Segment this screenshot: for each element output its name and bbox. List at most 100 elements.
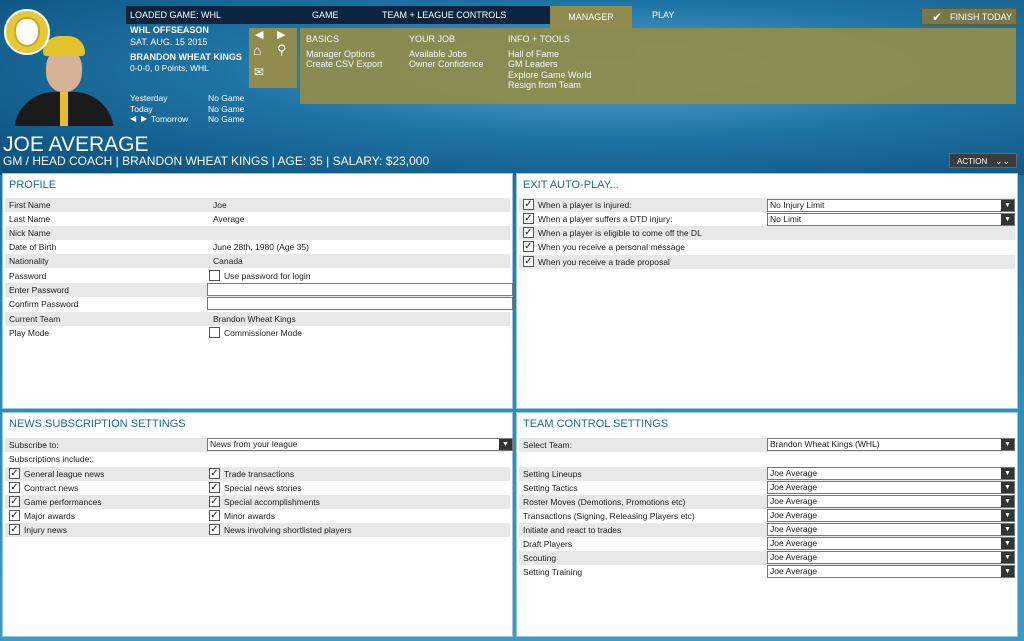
news-checkbox[interactable]: ✓ [209,510,220,522]
news-checkbox[interactable]: ✓ [209,468,220,480]
menu-item-available-jobs[interactable]: Available Jobs [409,49,484,60]
enter-password-input[interactable] [207,283,513,296]
finish-today-label: FINISH TODAY [950,12,1013,22]
profile-panel: PROFILE First Name Joe Last Name Average… [2,173,513,409]
team-control-title: TEAM CONTROL SETTINGS [523,418,669,430]
control-select[interactable]: Joe Average ▼ [767,509,1015,522]
last-name-value[interactable]: Average [213,212,245,226]
chevron-down-icon: ▼ [1001,496,1014,507]
control-value: Joe Average [770,538,818,548]
control-select[interactable]: Joe Average ▼ [767,495,1015,508]
chevron-down-icon: ▼ [1001,510,1014,521]
tab-manager[interactable]: MANAGER [550,6,632,28]
news-checkbox[interactable]: ✓ [9,496,20,508]
navigation-box: ◀ ▶ ⌂ ⚲ ✉ [249,28,297,88]
news-checkbox[interactable]: ✓ [9,468,20,480]
select-team-select[interactable]: Brandon Wheat Kings (WHL) ▼ [767,438,1015,451]
news-checkbox[interactable]: ✓ [9,510,20,522]
tab-team-league-controls[interactable]: TEAM + LEAGUE CONTROLS [382,10,506,20]
exit-autoplay-checkbox[interactable]: ✓ [523,241,534,253]
news-checkbox[interactable]: ✓ [209,524,220,536]
team-name[interactable]: BRANDON WHEAT KINGS [130,52,242,62]
commissioner-mode-checkbox[interactable] [209,327,220,339]
menu-item-create-csv-export[interactable]: Create CSV Export [306,59,383,70]
password-label: Password [9,271,47,281]
exit-autoplay-checkbox[interactable]: ✓ [523,213,534,225]
current-team-label: Current Team [9,314,61,324]
tomorrow-prev-icon[interactable]: ◀ [130,114,136,123]
news-option-label: Injury news [24,525,67,535]
control-label: Initiate and react to trades [523,525,622,535]
menu-item-resign-from-team[interactable]: Resign from Team [508,80,591,91]
loaded-game-label: LOADED GAME: WHL [130,10,222,20]
tab-play[interactable]: PLAY [652,10,674,20]
profile-row-last-name: Last Name Average [5,212,510,226]
menu-item-manager-options[interactable]: Manager Options [306,49,383,60]
confirm-password-input[interactable] [207,297,513,310]
tab-game[interactable]: GAME [312,10,339,20]
schedule-day-today: Today [130,104,153,114]
control-label: Setting Training [523,567,583,577]
search-icon[interactable]: ⚲ [277,42,287,58]
news-subscription-panel: NEWS SUBSCRIPTION SETTINGS Subscribe to:… [2,412,513,637]
control-value: Joe Average [770,496,818,506]
news-option-row: ✓ Injury news ✓ News involving shortlisted… [5,523,510,537]
menu-item-explore-game-world[interactable]: Explore Game World [508,70,591,81]
profile-row-nick-name: Nick Name [5,226,510,240]
menu-item-gm-leaders[interactable]: GM Leaders [508,59,591,70]
select-team-value: Brandon Wheat Kings (WHL) [770,439,880,449]
back-arrow-icon[interactable]: ◀ [255,28,263,41]
chevron-down-icon: ▼ [1001,439,1014,450]
menu-item-hall-of-fame[interactable]: Hall of Fame [508,49,591,60]
menu-item-owner-confidence[interactable]: Owner Confidence [409,59,484,70]
use-password-checkbox[interactable] [209,270,220,282]
chevron-down-icon: ▼ [1001,538,1014,549]
exit-autoplay-label: When a player is injured: [538,200,632,210]
dtd-limit-select[interactable]: No Limit ▼ [767,213,1015,226]
profile-title: PROFILE [9,179,57,191]
news-checkbox[interactable]: ✓ [9,482,20,494]
exit-autoplay-label: When a player suffers a DTD injury: [538,214,673,224]
first-name-value[interactable]: Joe [213,198,227,212]
control-select[interactable]: Joe Average ▼ [767,523,1015,536]
manager-subtitle: GM / HEAD COACH | BRANDON WHEAT KINGS | … [3,154,430,168]
schedule-game-yesterday: No Game [208,93,245,103]
news-option-label: Special news stories [224,483,302,493]
injury-limit-select[interactable]: No Injury Limit ▼ [767,199,1015,212]
control-select[interactable]: Joe Average ▼ [767,481,1015,494]
nick-name-label: Nick Name [9,228,51,238]
exit-autoplay-checkbox[interactable]: ✓ [523,227,534,239]
enter-password-label: Enter Password [9,285,69,295]
chevron-down-icon: ▼ [1001,200,1014,211]
inbox-icon[interactable]: ✉ [254,65,264,79]
news-title: NEWS SUBSCRIPTION SETTINGS [9,418,186,430]
exit-autoplay-checkbox[interactable]: ✓ [523,199,534,211]
tomorrow-next-icon[interactable]: ▶ [141,114,147,123]
exit-autoplay-title: EXIT AUTO-PLAY... [523,179,619,191]
home-icon[interactable]: ⌂ [253,42,261,58]
last-name-label: Last Name [9,214,51,224]
finish-today-button[interactable]: ✔ FINISH TODAY [921,8,1017,25]
control-value: Joe Average [770,510,818,520]
exit-autoplay-row: ✓ When a player is eligible to come off t… [519,226,1015,240]
control-select[interactable]: Joe Average ▼ [767,537,1015,550]
menu-heading-info-tools: INFO + TOOLS [508,34,570,44]
forward-arrow-icon[interactable]: ▶ [277,28,285,41]
action-button[interactable]: ACTION ⌄⌄ [949,153,1017,168]
control-select[interactable]: Joe Average ▼ [767,467,1015,480]
exit-autoplay-checkbox[interactable]: ✓ [523,256,534,268]
schedule-day-tomorrow: Tomorrow [151,114,189,124]
news-option-label: Trade transactions [224,469,295,479]
subscribe-select[interactable]: News from your league ▼ [207,438,513,451]
control-select[interactable]: Joe Average ▼ [767,565,1015,578]
dtd-limit-value: No Limit [770,214,802,224]
news-checkbox[interactable]: ✓ [9,524,20,536]
team-logo [4,9,50,55]
chevron-down-icon: ▼ [499,439,512,450]
exit-autoplay-label: When a player is eligible to come off th… [538,228,702,238]
control-select[interactable]: Joe Average ▼ [767,551,1015,564]
news-checkbox[interactable]: ✓ [209,496,220,508]
profile-row-current-team: Current Team Brandon Wheat Kings [5,312,510,326]
news-checkbox[interactable]: ✓ [209,482,220,494]
menu-heading-basics: BASICS [306,34,340,44]
